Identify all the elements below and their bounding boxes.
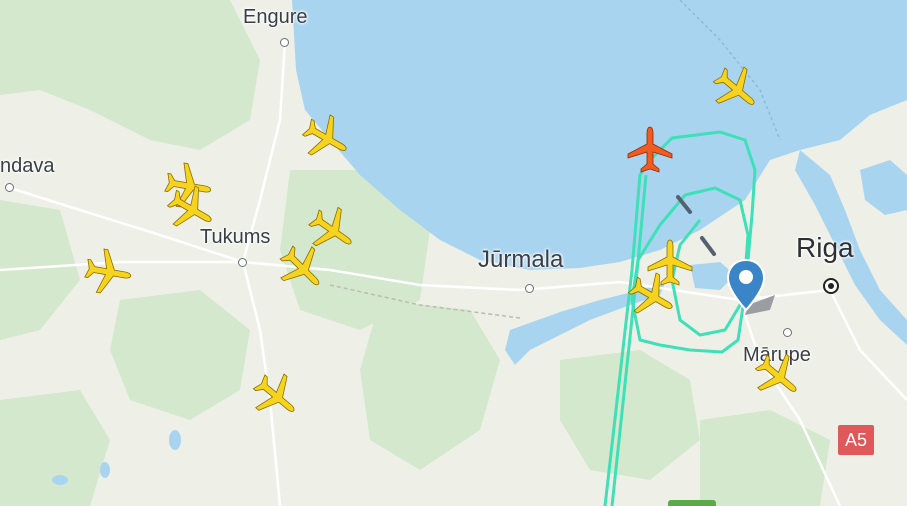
place-dot-jurmala [525, 284, 534, 293]
aircraft-icon[interactable] [250, 370, 302, 422]
place-dot-marupe [783, 328, 792, 337]
aircraft-icon[interactable] [276, 242, 328, 294]
map-canvas[interactable] [0, 0, 907, 506]
aircraft-icon[interactable] [752, 350, 804, 402]
place-dot-kandava [5, 183, 14, 192]
bottom-tab-handle[interactable] [668, 500, 716, 506]
aircraft-icon[interactable] [82, 246, 134, 298]
aircraft-icon[interactable] [300, 112, 352, 164]
place-label-jurmala: Jūrmala [478, 246, 564, 273]
place-label-riga: Riga [796, 232, 854, 263]
place-label-engure: Engure [243, 6, 308, 28]
place-label-kandava: ndava [0, 155, 55, 177]
place-dot-engure [280, 38, 289, 47]
aircraft-icon[interactable] [165, 183, 217, 235]
aircraft-icon[interactable] [644, 237, 696, 289]
location-pin-icon[interactable] [726, 258, 766, 314]
aircraft-icon[interactable] [710, 63, 762, 115]
capital-marker-riga [823, 278, 839, 294]
place-dot-tukums [238, 258, 247, 267]
road-shield-a5: A5 [838, 425, 874, 455]
aircraft-icon[interactable] [624, 124, 676, 176]
